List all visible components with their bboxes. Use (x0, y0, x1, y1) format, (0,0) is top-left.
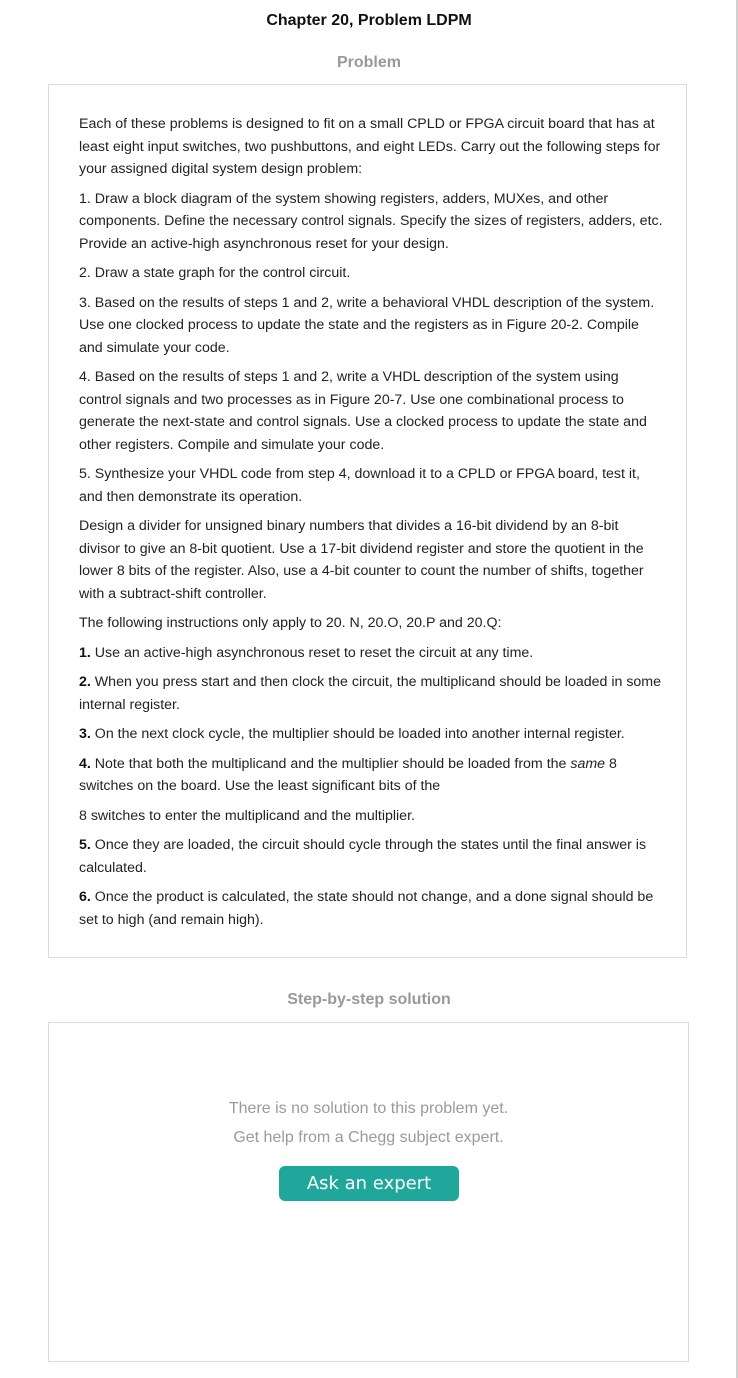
instruction-6: 6. Once the product is calculated, the s… (79, 886, 663, 931)
step-4: 4. Based on the results of steps 1 and 2… (79, 369, 647, 453)
instruction-4-continued: 8 switches to enter the multiplicand and… (79, 807, 415, 824)
instruction-5: 5. Once they are loaded, the circuit sho… (79, 834, 663, 879)
instruction-number: 1. (79, 644, 91, 661)
instruction-text: Once the product is calculated, the stat… (79, 889, 654, 928)
chapter-title: Chapter 20, Problem LDPM (266, 12, 472, 29)
instruction-4: 4. Note that both the multiplicand and t… (79, 753, 663, 798)
design-statement: Design a divider for unsigned binary num… (79, 518, 644, 602)
instruction-emphasis: same (570, 755, 606, 772)
no-solution-message: There is no solution to this problem yet… (228, 1100, 509, 1117)
instruction-text: Use an active-high asynchronous reset to… (90, 644, 534, 661)
instruction-2: 2. When you press start and then clock t… (79, 671, 663, 716)
ask-expert-button[interactable]: Ask an expert (279, 1166, 459, 1201)
step-3: 3. Based on the results of steps 1 and 2… (79, 294, 655, 356)
instruction-number: 3. (79, 726, 91, 742)
instruction-number: 5. (79, 837, 91, 853)
solution-section-title: Step-by-step solution (287, 991, 451, 1008)
instruction-number: 2. (79, 674, 91, 690)
instructions-intro: The following instructions only apply to… (79, 615, 502, 631)
expert-help-message: Get help from a Chegg subject expert. (233, 1129, 504, 1146)
problem-section-title: Problem (336, 54, 401, 71)
instruction-text: Note that both the multiplicand and the … (90, 755, 571, 772)
instruction-number: 4. (79, 755, 91, 772)
instruction-1: 1. Use an active-high asynchronous reset… (79, 642, 663, 665)
problem-intro: Each of these problems is designed to fi… (79, 116, 661, 177)
solution-box: There is no solution to this problem yet… (48, 1022, 689, 1362)
step-1: 1. Draw a block diagram of the system sh… (79, 190, 663, 252)
instruction-text: When you press start and then clock the … (79, 674, 662, 713)
problem-content: Each of these problems is designed to fi… (79, 113, 663, 938)
instruction-3: 3. On the next clock cycle, the multipli… (79, 723, 663, 746)
step-2: 2. Draw a state graph for the control ci… (79, 265, 351, 281)
instruction-text: On the next clock cycle, the multiplier … (90, 726, 625, 742)
instruction-number: 6. (79, 889, 91, 905)
instruction-text: Once they are loaded, the circuit should… (79, 837, 647, 876)
step-5: 5. Synthesize your VHDL code from step 4… (79, 466, 640, 505)
problem-box: Each of these problems is designed to fi… (48, 84, 687, 958)
